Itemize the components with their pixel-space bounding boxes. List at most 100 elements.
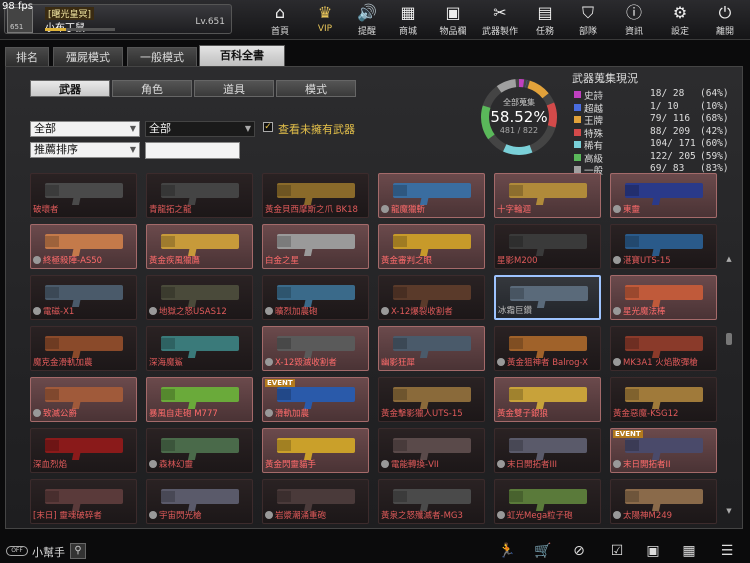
weapon-card[interactable]: EVENT 滑軌加農	[262, 377, 369, 422]
weapon-card[interactable]: 黃金閃靈貓手	[262, 428, 369, 473]
weapon-image-icon	[625, 183, 703, 198]
tab-3[interactable]: 百科全書	[199, 45, 285, 67]
checkbox[interactable]: ✓	[263, 122, 273, 132]
search-input[interactable]	[145, 142, 240, 159]
weapon-card[interactable]: 末日開拓者III	[494, 428, 601, 473]
weapon-card[interactable]: [末日] 靈魂破碎者	[30, 479, 137, 524]
compass-icon[interactable]: ⊘	[570, 542, 588, 560]
weapon-card[interactable]: 魔克金滑軌加農	[30, 326, 137, 371]
weapon-card[interactable]: 龍魔獵斬	[378, 173, 485, 218]
category-select[interactable]: 全部 ▼	[30, 121, 140, 137]
weapon-card[interactable]: 破壞者	[30, 173, 137, 218]
weapon-card[interactable]: 冰霜巨鑽	[494, 275, 601, 320]
weapon-card[interactable]: 星影M200	[494, 224, 601, 269]
weapon-name: 十字輪迴	[497, 205, 532, 215]
exp-bar	[45, 28, 115, 31]
weapon-card[interactable]: 黃金審判之眼	[378, 224, 485, 269]
weapon-card[interactable]: X-12爆裂收割者	[378, 275, 485, 320]
weapon-card[interactable]: 太陽神M249	[610, 479, 717, 524]
weapon-card[interactable]: 黃金狙神者 Balrog-X	[494, 326, 601, 371]
calendar-icon[interactable]: ▦	[680, 542, 698, 560]
nav-info-button[interactable]: ⓘ 資訊	[612, 2, 656, 38]
subtab-1[interactable]: 角色	[112, 80, 192, 97]
gear-icon: ⚙	[672, 3, 688, 22]
nav-home-button[interactable]: ⌂ 首頁	[258, 2, 302, 38]
nav-vip-button[interactable]: ♛ VIP	[303, 2, 347, 38]
weapon-card[interactable]: 黃金貝西摩斯之爪 BK18	[262, 173, 369, 218]
book-icon[interactable]: ▣	[644, 542, 662, 560]
weapon-card[interactable]: 地獄之怒USAS12	[146, 275, 253, 320]
nav-unit-button[interactable]: ⛉ 部隊	[566, 2, 610, 38]
weapon-card[interactable]: 森林幻靈	[146, 428, 253, 473]
weapon-card[interactable]: 宇宙閃光槍	[146, 479, 253, 524]
rarity-percent: (10%)	[700, 100, 729, 112]
scroll-down-icon[interactable]: ▼	[724, 507, 734, 515]
weapon-card[interactable]: 虹光Mega粒子砲	[494, 479, 601, 524]
nav-label: 武器製作	[481, 27, 518, 37]
craft-gear-icon	[613, 460, 621, 468]
weapon-card[interactable]: 黃泉之怒殲滅者-MG3	[378, 479, 485, 524]
nav-inventory-button[interactable]: ▣ 物品欄	[431, 2, 475, 38]
weapon-card[interactable]: 星光魔法棒	[610, 275, 717, 320]
subtab-2[interactable]: 道具	[194, 80, 274, 97]
nav-settings-button[interactable]: ⚙ 設定	[658, 2, 702, 38]
weapon-card[interactable]: 十字輪迴	[494, 173, 601, 218]
runner-icon[interactable]: 🏃	[498, 542, 516, 560]
weapon-card[interactable]: 黃金雙子銀狼	[494, 377, 601, 422]
weapon-name: 深海魔鯊	[149, 358, 184, 368]
weapon-card[interactable]: 東靈	[610, 173, 717, 218]
subtab-0[interactable]: 武器	[30, 80, 110, 97]
subtab-3[interactable]: 模式	[276, 80, 356, 97]
weapon-image-icon	[393, 438, 471, 453]
weapon-image-icon	[161, 183, 239, 198]
weapon-card[interactable]: 青龍拓之龍	[146, 173, 253, 218]
weapon-image-icon	[509, 234, 587, 249]
rarity-swatch	[574, 166, 581, 173]
weapon-card[interactable]: 岩漿潮涌重砲	[262, 479, 369, 524]
stat-row: 王牌 79/ 116 (68%)	[572, 113, 732, 127]
scroll-thumb[interactable]	[726, 333, 732, 345]
weapon-card[interactable]: 黃金疾風獵鷹	[146, 224, 253, 269]
search-icon[interactable]: ⚲	[70, 543, 86, 559]
rarity-percent: (59%)	[700, 150, 729, 162]
nav-remind-button[interactable]: 🔊 提醒	[345, 2, 389, 38]
weapon-card[interactable]: 暴風自走砲 M777	[146, 377, 253, 422]
weapon-card[interactable]: 曠烈加農砲	[262, 275, 369, 320]
weapon-card[interactable]: 深海魔鯊	[146, 326, 253, 371]
weapon-card[interactable]: 黃金擊影獵人UTS-15	[378, 377, 485, 422]
weapon-card[interactable]: 黃金惡魔-KSG12	[610, 377, 717, 422]
menu-icon[interactable]: ☰	[718, 542, 736, 560]
tab-2[interactable]: 一般模式	[127, 47, 197, 67]
weapon-card[interactable]: 湛寶UTS-15	[610, 224, 717, 269]
weapon-card[interactable]: 電磁-X1	[30, 275, 137, 320]
weapon-card[interactable]: 深血烈焰	[30, 428, 137, 473]
cart-icon[interactable]: 🛒	[534, 542, 552, 560]
weapon-card[interactable]: 電能轉換-VII	[378, 428, 485, 473]
sort-select[interactable]: 推薦排序 ▼	[30, 142, 140, 158]
weapon-card[interactable]: 終極殺陣-AS50	[30, 224, 137, 269]
checklist-icon[interactable]: ☑	[608, 542, 626, 560]
weapon-image-icon	[509, 489, 587, 504]
nav-exit-button[interactable]: ⏻ 離開	[703, 2, 747, 38]
craft-gear-icon	[149, 307, 157, 315]
weapon-name: 暴風自走砲 M777	[149, 409, 218, 419]
weapon-card[interactable]: EVENT 末日開拓者II	[610, 428, 717, 473]
nav-shop-button[interactable]: ▦ 商城	[386, 2, 430, 38]
scrollbar[interactable]: ▲ ▼	[724, 255, 734, 515]
weapon-card[interactable]: 致滅公爵	[30, 377, 137, 422]
weapon-card[interactable]: X-12毀滅收割者	[262, 326, 369, 371]
tab-0[interactable]: 排名	[5, 47, 49, 67]
weapon-image-icon	[510, 286, 588, 301]
subcategory-select[interactable]: 全部 ▼	[145, 121, 255, 137]
nav-mission-button[interactable]: ▤ 任務	[523, 2, 567, 38]
rarity-percent: (68%)	[700, 113, 729, 124]
profile-card[interactable]: 651 [曙光皇冥] 小布丁鼠 Lv.651	[4, 4, 232, 34]
weapon-card[interactable]: 白金之星	[262, 224, 369, 269]
tab-1[interactable]: 殭屍模式	[53, 47, 123, 67]
weapon-card[interactable]: 幽影狂犀	[378, 326, 485, 371]
scroll-up-icon[interactable]: ▲	[724, 255, 734, 263]
weapon-card[interactable]: MK3A1 火焰散彈槍	[610, 326, 717, 371]
weapon-name: [末日] 靈魂破碎者	[33, 511, 102, 521]
helper-toggle-icon[interactable]: OFF	[6, 546, 28, 556]
nav-craft-button[interactable]: ✂ 武器製作	[478, 2, 522, 38]
